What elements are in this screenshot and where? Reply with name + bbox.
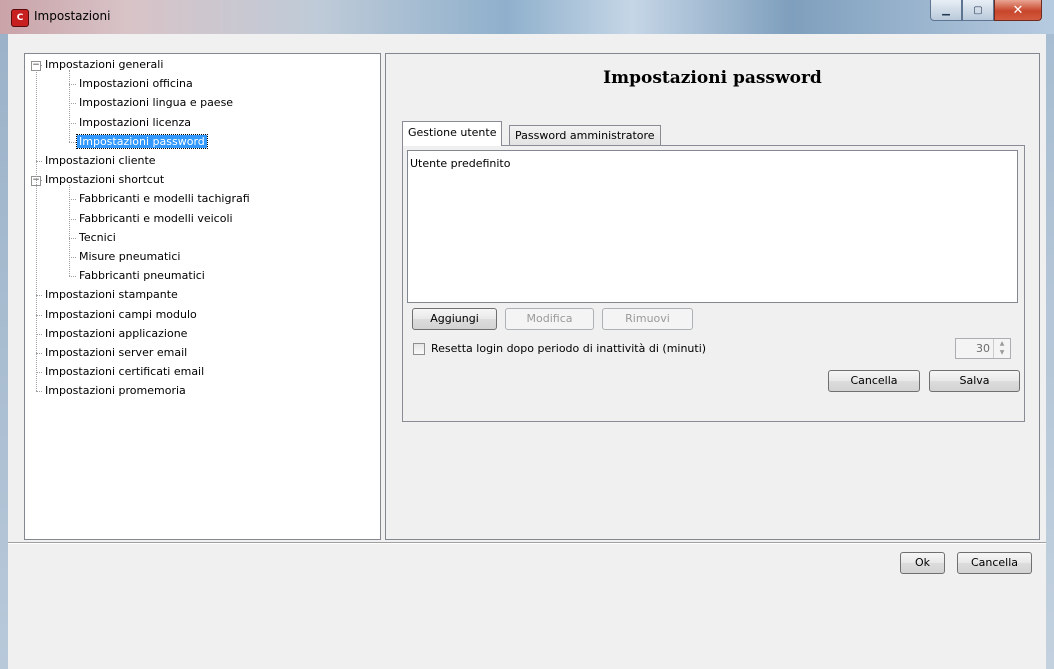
tree-item[interactable]: Impostazioni shortcut xyxy=(43,171,166,189)
reset-login-label: Resetta login dopo periodo di inattività… xyxy=(431,342,707,355)
tree-item[interactable]: Fabbricanti e modelli veicoli xyxy=(77,210,235,228)
tree-item[interactable]: Impostazioni stampante xyxy=(43,286,180,304)
tree-item-label: Impostazioni campi modulo xyxy=(45,307,197,321)
spinner-arrows[interactable]: ▲ ▼ xyxy=(993,339,1010,358)
client-area: Impostazioni generali − Impostazioni offic… xyxy=(8,34,1046,669)
ok-button[interactable]: Ok xyxy=(900,552,945,574)
cancel-button[interactable]: Cancella xyxy=(957,552,1032,574)
tree-item-label: Impostazioni lingua e paese xyxy=(79,96,234,110)
tree-item[interactable]: Impostazioni applicazione xyxy=(43,325,189,343)
save-button[interactable]: Salva xyxy=(929,370,1020,392)
tree-item-label: Impostazioni cliente xyxy=(45,154,156,167)
tree-item[interactable]: Misure pneumatici xyxy=(77,248,182,266)
remove-button[interactable]: Rimuovi xyxy=(602,308,693,330)
app-logo-icon: C xyxy=(11,9,29,27)
tree-item-label: Fabbricanti pneumatici xyxy=(79,269,205,283)
spinner-down-icon[interactable]: ▼ xyxy=(994,348,1010,357)
edit-button[interactable]: Modifica xyxy=(505,308,594,330)
tree-item[interactable]: Impostazioni generali xyxy=(43,56,165,74)
window-title: Impostazioni xyxy=(34,9,111,23)
tree-connector xyxy=(69,141,76,144)
settings-tree[interactable]: Impostazioni generali − Impostazioni offic… xyxy=(24,53,381,540)
tree-item-label: Impostazioni certificati email xyxy=(45,365,205,379)
tree-item-label: Impostazioni shortcut xyxy=(45,173,165,187)
list-item[interactable]: Utente predefinito xyxy=(410,157,510,170)
tree-item-label: Impostazioni applicazione xyxy=(45,326,188,340)
add-button[interactable]: Aggiungi xyxy=(412,308,497,330)
tree-item[interactable]: Tecnici xyxy=(77,229,118,247)
tree-connector xyxy=(69,276,76,278)
window-frame-right xyxy=(1046,34,1054,669)
settings-window: C Impostazioni ▁ ▢ ✕ Impostazioni genera… xyxy=(0,0,1054,669)
tree-item[interactable]: Impostazioni cliente xyxy=(43,152,158,170)
page-title: Impostazioni password xyxy=(603,68,822,88)
tree-item-label: Impostazioni server email xyxy=(45,346,188,359)
cancel-panel-button[interactable]: Cancella xyxy=(828,370,920,392)
tree-item-label: Impostazioni password xyxy=(76,133,208,149)
tree-connector xyxy=(36,70,38,392)
tree-item-label: Impostazioni officina xyxy=(79,77,193,91)
minimize-button[interactable]: ▁ xyxy=(930,0,962,21)
tree-item-label: Impostazioni generali xyxy=(45,58,164,71)
maximize-icon: ▢ xyxy=(973,4,983,16)
tree-item[interactable]: Impostazioni certificati email xyxy=(43,363,206,381)
tab-gestione-utente[interactable]: Gestione utente xyxy=(402,121,503,146)
reset-login-checkbox[interactable] xyxy=(413,343,425,355)
tree-item-label: Misure pneumatici xyxy=(79,250,181,263)
tree-item[interactable]: Fabbricanti pneumatici xyxy=(77,267,207,285)
window-frame-left xyxy=(0,34,8,669)
tree-connector xyxy=(69,70,71,142)
minutes-spinner[interactable]: 30 ▲ ▼ xyxy=(955,338,1011,359)
close-icon: ✕ xyxy=(1012,2,1024,18)
spinner-up-icon[interactable]: ▲ xyxy=(994,339,1010,348)
title-bar[interactable]: C Impostazioni ▁ ▢ ✕ xyxy=(0,0,1054,35)
tree-item[interactable]: Impostazioni server email xyxy=(43,344,189,362)
minimize-icon: ▁ xyxy=(942,4,950,16)
tree-item[interactable]: Impostazioni campi modulo xyxy=(43,306,199,324)
tree-item-label: Fabbricanti e modelli veicoli xyxy=(79,211,233,225)
tree-item[interactable]: Impostazioni officina xyxy=(77,75,195,93)
tree-item[interactable]: Impostazioni password xyxy=(76,133,208,151)
tab-content-gestione-utente: Utente predefinito Aggiungi Modifica Rim… xyxy=(402,145,1025,422)
tree-item[interactable]: Impostazioni promemoria xyxy=(43,382,188,400)
tree-connector xyxy=(36,391,42,393)
footer-divider xyxy=(8,542,1046,544)
tree-connector xyxy=(69,185,71,277)
window-controls: ▁ ▢ ✕ xyxy=(930,0,1042,22)
maximize-button[interactable]: ▢ xyxy=(962,0,994,21)
tree-item-label: Tecnici xyxy=(79,230,116,244)
tree-item[interactable]: Fabbricanti e modelli tachigrafi xyxy=(77,190,252,208)
tree-item-label: Impostazioni licenza xyxy=(79,115,191,129)
tree-item[interactable]: Impostazioni licenza xyxy=(77,114,193,132)
tree-item-label: Impostazioni stampante xyxy=(45,288,178,302)
tree-item[interactable]: Impostazioni lingua e paese xyxy=(77,94,235,112)
tree-item-label: Fabbricanti e modelli tachigrafi xyxy=(79,192,250,206)
tab-password-amministratore[interactable]: Password amministratore xyxy=(509,125,661,145)
tab-label: Gestione utente xyxy=(408,126,497,139)
minutes-value: 30 xyxy=(976,342,990,355)
tree-item-label: Impostazioni promemoria xyxy=(45,384,186,398)
tab-label: Password amministratore xyxy=(515,129,655,142)
close-button[interactable]: ✕ xyxy=(994,0,1042,21)
settings-panel: Impostazioni password Gestione utente Pa… xyxy=(385,53,1040,540)
user-list[interactable]: Utente predefinito xyxy=(407,150,1018,303)
